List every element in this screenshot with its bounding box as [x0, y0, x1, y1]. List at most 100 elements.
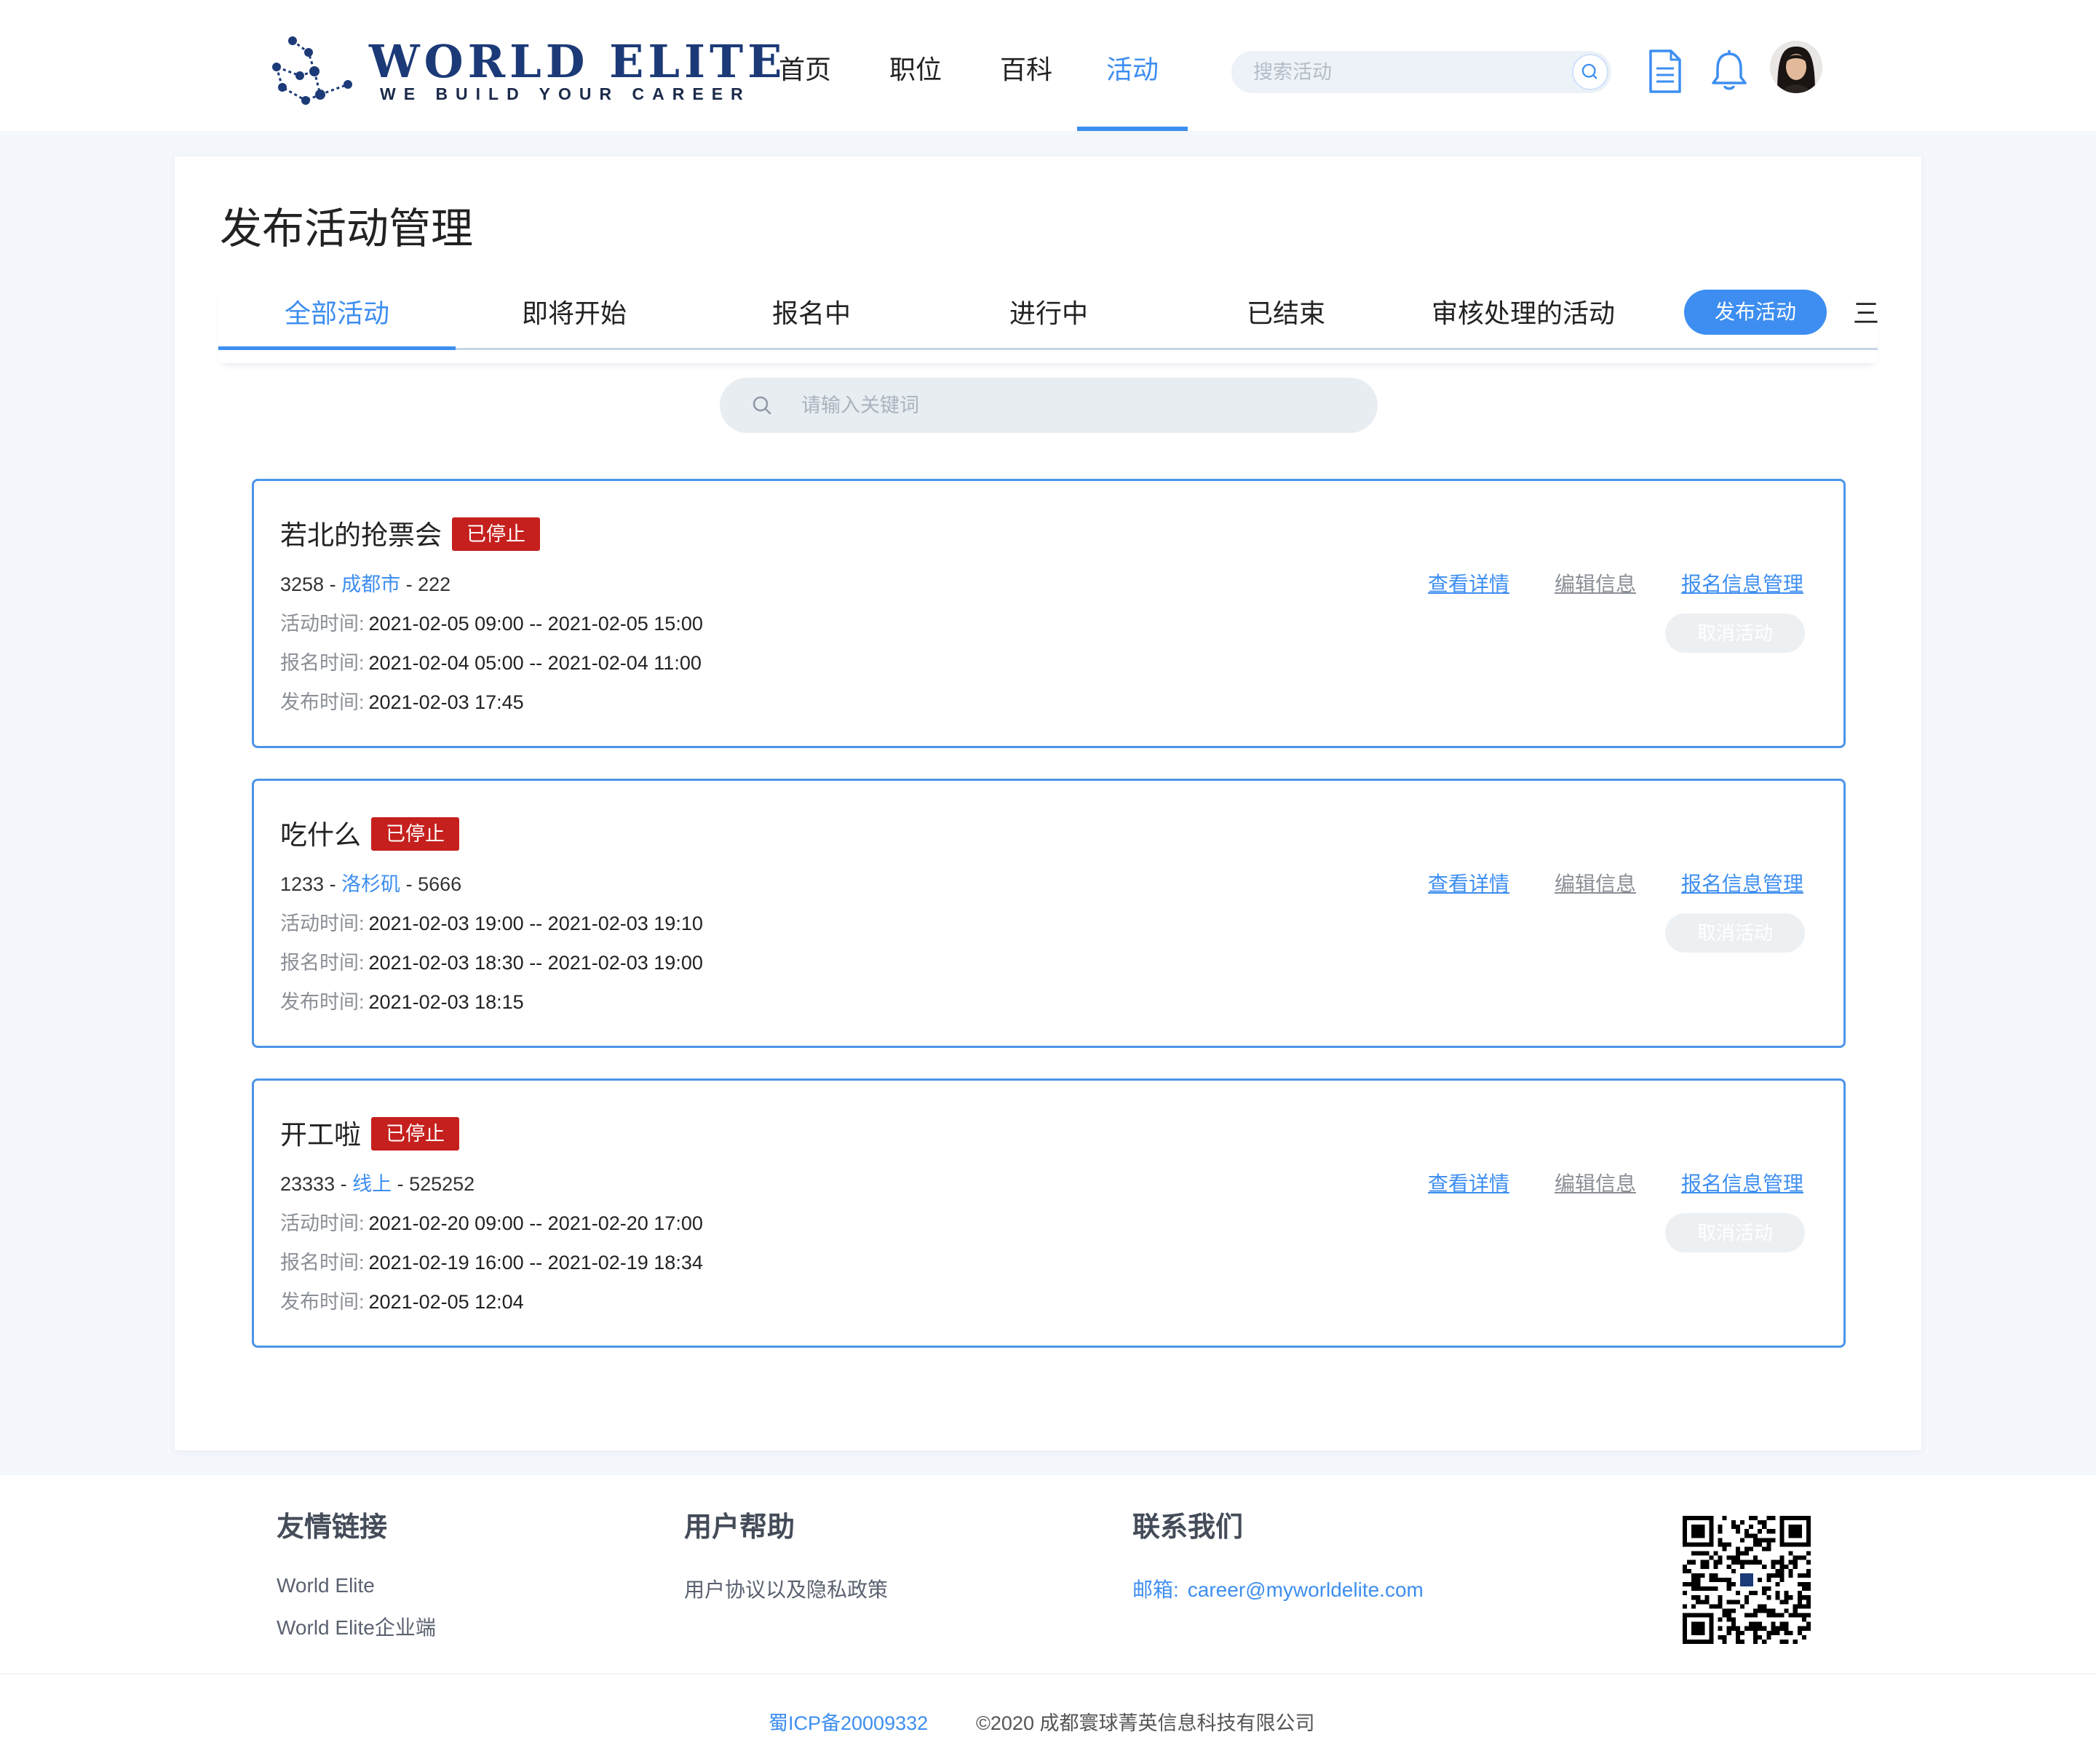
activity-time-row: 活动时间: 2021-02-05 09:00 -- 2021-02-05 15:0… [280, 608, 703, 636]
publish-time-row: 发布时间: 2021-02-05 12:04 [280, 1286, 524, 1314]
keyword-search [720, 378, 1378, 433]
event-city[interactable]: 洛杉矶 [341, 873, 400, 895]
event-title-row: 若北的抢票会 已停止 [280, 513, 540, 554]
view-detail-link[interactable]: 查看详情 [1428, 868, 1509, 897]
edit-info-link[interactable]: 编辑信息 [1555, 868, 1636, 897]
event-venue: 525252 [409, 1173, 475, 1195]
nav-home[interactable]: 首页 [750, 0, 860, 131]
avatar-image [1770, 41, 1822, 93]
activity-time-value: 2021-02-03 19:00 -- 2021-02-03 19:10 [368, 913, 703, 934]
status-badge: 已停止 [452, 517, 540, 552]
search-icon [753, 396, 771, 415]
view-detail-link[interactable]: 查看详情 [1428, 1168, 1509, 1197]
activity-time-value: 2021-02-05 09:00 -- 2021-02-05 15:00 [368, 613, 703, 635]
event-code: 3258 [280, 573, 325, 595]
logo-network-icon [272, 36, 352, 105]
tab-more[interactable]: 三l [1853, 287, 1878, 340]
publish-activity-button[interactable]: 发布活动 [1684, 290, 1827, 335]
signup-manage-link[interactable]: 报名信息管理 [1681, 1168, 1803, 1197]
signup-time-row: 报名时间: 2021-02-04 05:00 -- 2021-02-04 11:0… [280, 647, 702, 675]
page-title: 发布活动管理 [220, 205, 474, 253]
nav-jobs[interactable]: 职位 [860, 0, 971, 131]
tab-under-review[interactable]: 审核处理的活动 [1405, 287, 1642, 363]
header-search-button[interactable] [1572, 54, 1608, 90]
event-title-row: 吃什么 已停止 [280, 813, 459, 854]
activity-time-row: 活动时间: 2021-02-20 09:00 -- 2021-02-20 17:0… [280, 1207, 703, 1236]
world-elite-logo[interactable]: WORLD ELITE WE BUILD YOUR CAREER [271, 33, 782, 114]
nav-wiki[interactable]: 百科 [971, 0, 1081, 131]
bell-icon[interactable] [1707, 48, 1751, 95]
event-venue: 222 [418, 573, 451, 595]
event-code: 1233 [280, 873, 325, 895]
friend-link-enterprise[interactable]: World Elite企业端 [277, 1612, 436, 1641]
icp-link[interactable]: 蜀ICP备20009332 [769, 1707, 928, 1736]
event-venue: 5666 [418, 873, 462, 895]
edit-info-link[interactable]: 编辑信息 [1555, 568, 1636, 597]
tab-upcoming[interactable]: 即将开始 [456, 287, 693, 363]
email-label: 邮箱: [1132, 1578, 1179, 1601]
event-code: 23333 [280, 1173, 336, 1195]
footer-divider [0, 1673, 2096, 1674]
activity-time-row: 活动时间: 2021-02-03 19:00 -- 2021-02-03 19:1… [280, 907, 703, 936]
footer: 友情链接 World Elite World Elite企业端 用户帮助 用户协… [0, 1475, 2096, 1764]
top-header: WORLD ELITE WE BUILD YOUR CAREER 首页 职位 百… [0, 0, 2096, 131]
event-title[interactable]: 若北的抢票会 [280, 520, 442, 550]
activity-tabs: 全部活动 即将开始 报名中 进行中 已结束 审核处理的活动 发布活动 三l [218, 287, 1878, 363]
signup-manage-link[interactable]: 报名信息管理 [1681, 868, 1803, 897]
activity-time-label: 活动时间: [280, 913, 365, 934]
publish-time-row: 发布时间: 2021-02-03 17:45 [280, 686, 524, 715]
view-detail-link[interactable]: 查看详情 [1428, 568, 1509, 597]
cancel-activity-button[interactable]: 取消活动 [1665, 1213, 1805, 1252]
contact-heading: 联系我们 [1132, 1512, 1244, 1543]
signup-time-value: 2021-02-19 16:00 -- 2021-02-19 18:34 [368, 1252, 703, 1274]
logo-subtitle: WE BUILD YOUR CAREER [380, 84, 751, 103]
event-location: 3258 - 成都市 - 222 [280, 573, 451, 595]
signup-time-row: 报名时间: 2021-02-03 18:30 -- 2021-02-03 19:0… [280, 947, 703, 975]
signup-time-row: 报名时间: 2021-02-19 16:00 -- 2021-02-19 18:3… [280, 1247, 703, 1275]
tab-ended[interactable]: 已结束 [1167, 287, 1405, 363]
activity-time-label: 活动时间: [280, 1212, 365, 1234]
signup-time-label: 报名时间: [280, 952, 365, 974]
cancel-activity-button[interactable]: 取消活动 [1665, 613, 1805, 653]
tab-in-progress[interactable]: 进行中 [930, 287, 1167, 363]
signup-manage-link[interactable]: 报名信息管理 [1681, 568, 1803, 597]
friend-links-heading: 友情链接 [277, 1512, 388, 1543]
header-search [1231, 51, 1611, 93]
avatar[interactable] [1770, 41, 1822, 93]
status-badge: 已停止 [371, 1117, 459, 1151]
activity-time-label: 活动时间: [280, 613, 365, 635]
document-icon[interactable] [1643, 48, 1687, 95]
publish-time-label: 发布时间: [280, 991, 365, 1013]
friend-link-world-elite[interactable]: World Elite [277, 1574, 375, 1597]
event-city[interactable]: 成都市 [341, 573, 400, 595]
user-help-heading: 用户帮助 [684, 1512, 795, 1543]
publish-time-value: 2021-02-03 18:15 [368, 991, 524, 1013]
publish-time-row: 发布时间: 2021-02-03 18:15 [280, 986, 524, 1014]
email-link[interactable]: career@myworldelite.com [1188, 1578, 1424, 1601]
signup-time-label: 报名时间: [280, 1252, 365, 1274]
publish-time-value: 2021-02-03 17:45 [368, 691, 524, 713]
event-title[interactable]: 吃什么 [280, 820, 361, 850]
header-search-input[interactable] [1253, 51, 1544, 93]
privacy-policy-link[interactable]: 用户协议以及隐私政策 [684, 1574, 888, 1603]
event-card: 吃什么 已停止 1233 - 洛杉矶 - 5666 活动时间: 2021-02-03… [252, 779, 1846, 1048]
status-badge: 已停止 [371, 817, 459, 851]
event-card: 开工啦 已停止 23333 - 线上 - 525252 活动时间: 2021-02-… [252, 1078, 1846, 1348]
event-city[interactable]: 线上 [352, 1173, 392, 1195]
event-title[interactable]: 开工啦 [280, 1120, 361, 1150]
publish-time-value: 2021-02-05 12:04 [368, 1291, 524, 1313]
signup-time-value: 2021-02-04 05:00 -- 2021-02-04 11:00 [368, 652, 702, 674]
cancel-activity-button[interactable]: 取消活动 [1665, 913, 1805, 953]
copyright-text: ©2020 成都寰球菁英信息科技有限公司 [976, 1712, 1315, 1734]
tab-all[interactable]: 全部活动 [218, 287, 456, 363]
edit-info-link[interactable]: 编辑信息 [1555, 1168, 1636, 1197]
event-location: 1233 - 洛杉矶 - 5666 [280, 873, 462, 895]
keyword-search-input[interactable] [801, 378, 1354, 433]
search-icon [1581, 63, 1597, 79]
publish-time-label: 发布时间: [280, 691, 365, 713]
signup-time-label: 报名时间: [280, 652, 365, 674]
tab-signing-up[interactable]: 报名中 [693, 287, 930, 363]
event-title-row: 开工啦 已停止 [280, 1113, 459, 1153]
nav-activities[interactable]: 活动 [1077, 0, 1188, 131]
qr-code-image [1683, 1516, 1811, 1644]
